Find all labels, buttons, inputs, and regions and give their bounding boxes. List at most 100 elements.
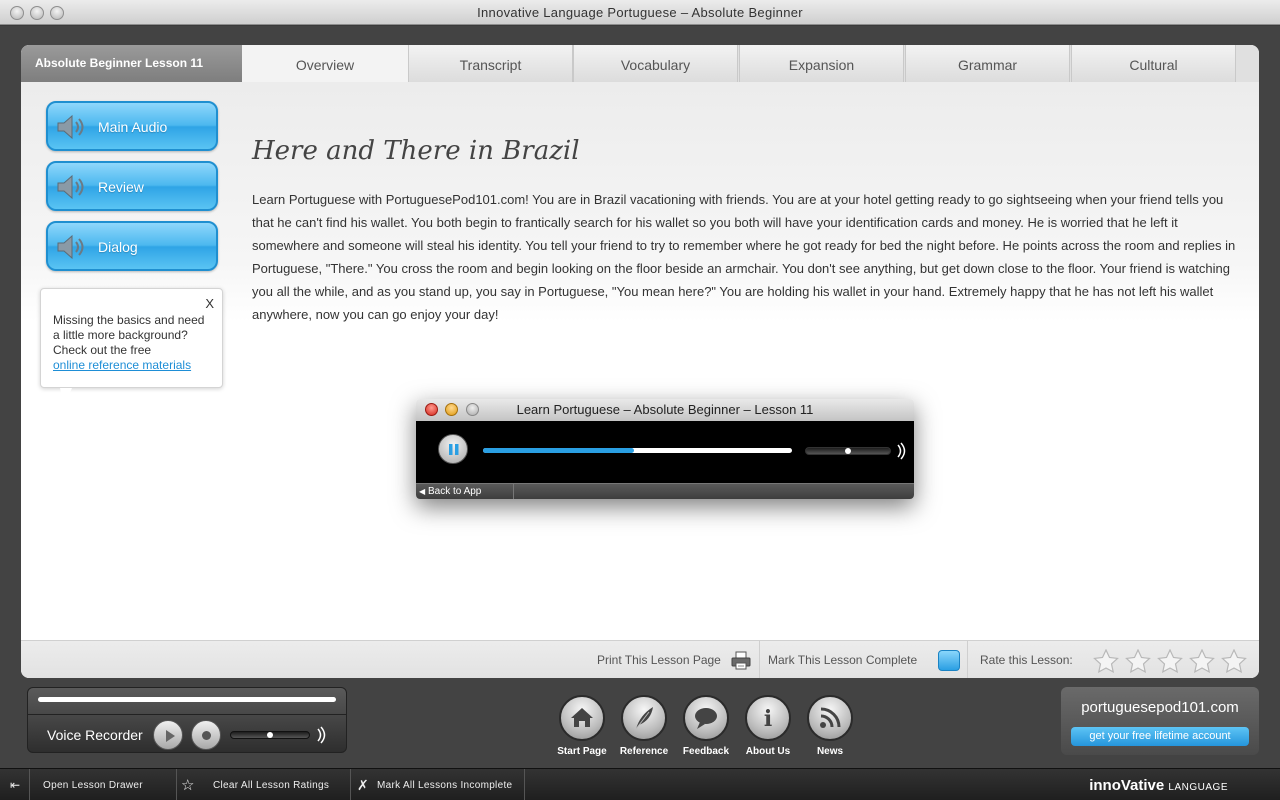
tab-grammar[interactable]: Grammar [905, 45, 1070, 82]
voice-recorder: Voice Recorder [27, 687, 347, 753]
lesson-label: Absolute Beginner Lesson 11 [21, 45, 242, 82]
brand-sub: LANGUAGE [1168, 782, 1228, 793]
mark-complete-checkbox[interactable] [938, 650, 960, 671]
promo-site-name: portuguesepod101.com [1081, 699, 1239, 716]
start-page-label: Start Page [557, 746, 607, 757]
star-outline-icon: ☆ [181, 777, 195, 794]
tab-expansion[interactable]: Expansion [739, 45, 904, 82]
tab-overview[interactable]: Overview [242, 45, 408, 82]
tab-cultural[interactable]: Cultural [1071, 45, 1236, 82]
rating-star-3[interactable] [1157, 649, 1183, 673]
window-minimize-button[interactable] [30, 6, 44, 20]
recorder-divider [28, 714, 346, 715]
footer-separator [967, 641, 968, 678]
audio-player-window: Learn Portuguese – Absolute Beginner – L… [416, 399, 914, 499]
status-separator [29, 769, 30, 800]
content-area: Main Audio Review Dialog X Missing the b… [21, 82, 1259, 642]
speaker-icon [57, 114, 84, 140]
speech-bubble-icon [695, 708, 717, 729]
article-body: Learn Portuguese with PortuguesePod101.c… [252, 192, 1236, 322]
clear-ratings-button[interactable]: Clear All Lesson Ratings [213, 769, 329, 800]
recorder-stop-button[interactable] [191, 720, 221, 750]
back-to-app-label: Back to App [428, 486, 482, 497]
reference-materials-link[interactable]: online reference materials [53, 358, 191, 372]
rating-star-1[interactable] [1093, 649, 1119, 673]
record-icon [202, 731, 211, 740]
player-controls [416, 421, 914, 483]
recorder-level-bar [38, 697, 336, 702]
pause-icon [449, 444, 459, 455]
x-mark-icon: ✗ [357, 777, 370, 793]
window-titlebar: Innovative Language Portuguese – Absolut… [0, 0, 1280, 25]
main-audio-button[interactable]: Main Audio [46, 101, 218, 151]
info-icon: i [764, 706, 772, 732]
home-icon [571, 708, 593, 727]
player-titlebar: Learn Portuguese – Absolute Beginner – L… [416, 399, 914, 421]
volume-knob[interactable] [267, 732, 273, 738]
rating-star-2[interactable] [1125, 649, 1151, 673]
promo-box: portuguesepod101.com get your free lifet… [1061, 687, 1259, 755]
status-bar: ⇤ Open Lesson Drawer ☆ Clear All Lesson … [0, 768, 1280, 800]
pause-button[interactable] [438, 434, 468, 464]
free-account-button[interactable]: get your free lifetime account [1071, 727, 1249, 746]
footer-separator [759, 641, 760, 678]
tab-transcript[interactable]: Transcript [408, 45, 573, 82]
volume-waves-icon [897, 442, 906, 460]
player-volume-slider[interactable] [805, 447, 891, 455]
article-title: Here and There in Brazil [252, 136, 580, 166]
feather-icon [635, 707, 653, 730]
reference-tip: X Missing the basics and need a little m… [40, 288, 223, 388]
lesson-panel: Absolute Beginner Lesson 11 Overview Tra… [21, 45, 1259, 678]
status-separator [524, 769, 525, 800]
volume-knob[interactable] [845, 448, 851, 454]
speaker-icon [57, 174, 84, 200]
news-label: News [816, 746, 844, 757]
player-minimize-button[interactable] [445, 403, 458, 416]
status-separator [350, 769, 351, 800]
window-close-button[interactable] [10, 6, 24, 20]
dialog-label: Dialog [98, 239, 138, 255]
open-lesson-drawer-button[interactable]: Open Lesson Drawer [43, 769, 143, 800]
dialog-button[interactable]: Dialog [46, 221, 218, 271]
brand-main: innoVative [1089, 777, 1165, 794]
recorder-volume-slider[interactable] [230, 731, 310, 739]
play-icon [166, 730, 175, 742]
drawer-toggle-icon[interactable]: ⇤ [10, 769, 20, 800]
news-button[interactable] [807, 695, 853, 741]
rss-icon [820, 707, 841, 728]
tip-close-button[interactable]: X [205, 296, 214, 311]
print-lesson-link[interactable]: Print This Lesson Page [597, 641, 721, 678]
start-page-button[interactable] [559, 695, 605, 741]
rating-star-4[interactable] [1189, 649, 1215, 673]
innovative-language-logo: innoVative LANGUAGE [1089, 777, 1228, 794]
player-footer: ◀ Back to App [416, 483, 914, 499]
feedback-button[interactable] [683, 695, 729, 741]
reference-label: Reference [619, 746, 669, 757]
back-to-app-button[interactable]: ◀ Back to App [416, 484, 514, 499]
mark-incomplete-button[interactable]: Mark All Lessons Incomplete [377, 769, 512, 800]
window-title: Innovative Language Portuguese – Absolut… [477, 5, 803, 20]
review-label: Review [98, 179, 144, 195]
mark-complete-label: Mark This Lesson Complete [768, 653, 918, 667]
rating-star-5[interactable] [1221, 649, 1247, 673]
review-button[interactable]: Review [46, 161, 218, 211]
window-zoom-button[interactable] [50, 6, 64, 20]
printer-icon[interactable] [731, 651, 751, 670]
player-progress-fill [483, 448, 635, 453]
speaker-icon [57, 234, 84, 260]
tab-bar: Absolute Beginner Lesson 11 Overview Tra… [21, 45, 1259, 82]
voice-recorder-label: Voice Recorder [47, 727, 143, 743]
feedback-label: Feedback [682, 746, 730, 757]
lesson-footer: Print This Lesson Page Mark This Lesson … [21, 640, 1259, 678]
recorder-play-button[interactable] [153, 720, 183, 750]
reference-button[interactable] [621, 695, 667, 741]
player-title: Learn Portuguese – Absolute Beginner – L… [516, 402, 814, 417]
tip-tail [60, 388, 72, 406]
status-separator [176, 769, 177, 800]
player-zoom-button[interactable] [466, 403, 479, 416]
about-us-button[interactable]: i [745, 695, 791, 741]
player-close-button[interactable] [425, 403, 438, 416]
volume-waves-icon [317, 726, 326, 744]
player-progress-track[interactable] [483, 448, 792, 453]
tab-vocabulary[interactable]: Vocabulary [573, 45, 738, 82]
